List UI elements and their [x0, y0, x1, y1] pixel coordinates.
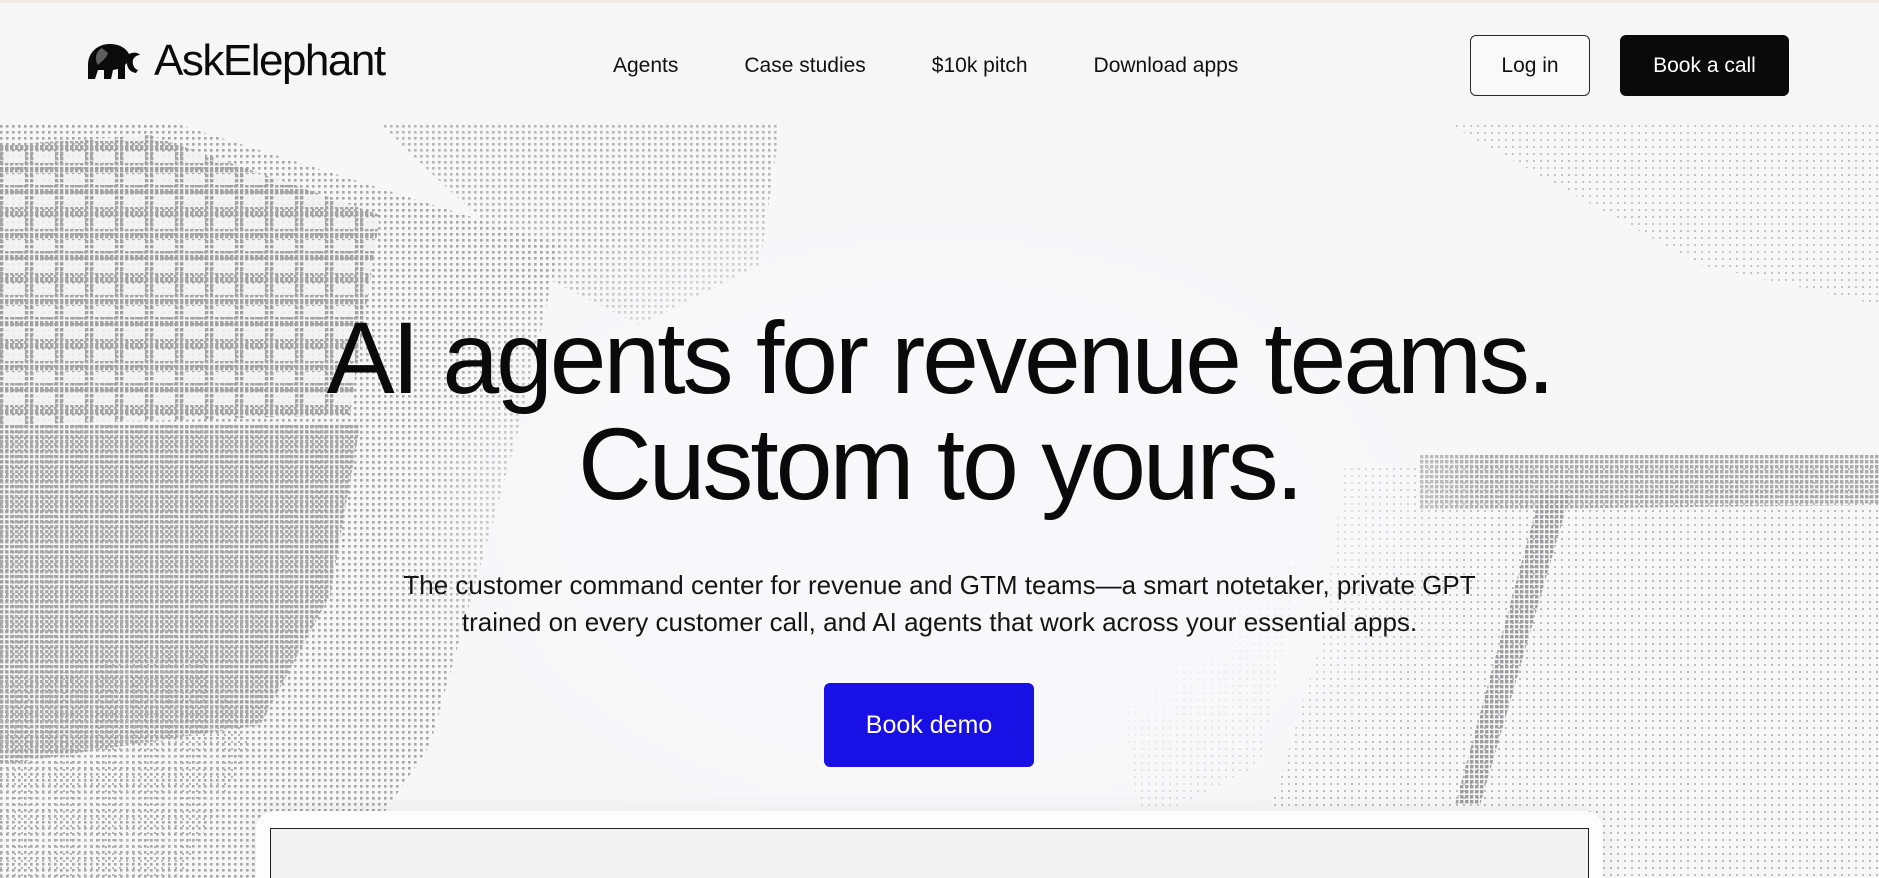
site-header: AskElephant Agents Case studies $10k pit…	[0, 3, 1879, 125]
book-call-button[interactable]: Book a call	[1620, 35, 1789, 96]
main-nav: Agents Case studies $10k pitch Download …	[613, 53, 1238, 78]
product-preview-frame	[270, 828, 1589, 878]
nav-item-case-studies[interactable]: Case studies	[744, 53, 865, 78]
hero-title: AI agents for revenue teams. Custom to y…	[0, 305, 1879, 517]
book-demo-button[interactable]: Book demo	[824, 683, 1034, 767]
brand-logo-link[interactable]: AskElephant	[82, 36, 386, 85]
nav-item-agents[interactable]: Agents	[613, 53, 678, 78]
login-button[interactable]: Log in	[1470, 35, 1590, 96]
elephant-icon	[88, 44, 140, 79]
hero-subtitle: The customer command center for revenue …	[0, 567, 1879, 641]
nav-item-download-apps[interactable]: Download apps	[1094, 53, 1239, 78]
nav-item-10k-pitch[interactable]: $10k pitch	[932, 53, 1028, 78]
product-preview-card	[256, 811, 1603, 878]
brand-name: AskElephant	[154, 36, 386, 85]
hero-title-line-2: Custom to yours.	[578, 407, 1304, 521]
hero-subtitle-line-2: trained on every customer call, and AI a…	[461, 607, 1418, 637]
hero-title-line-1: AI agents for revenue teams.	[326, 301, 1556, 415]
hero-subtitle-line-1: The customer command center for revenue …	[403, 570, 1476, 600]
